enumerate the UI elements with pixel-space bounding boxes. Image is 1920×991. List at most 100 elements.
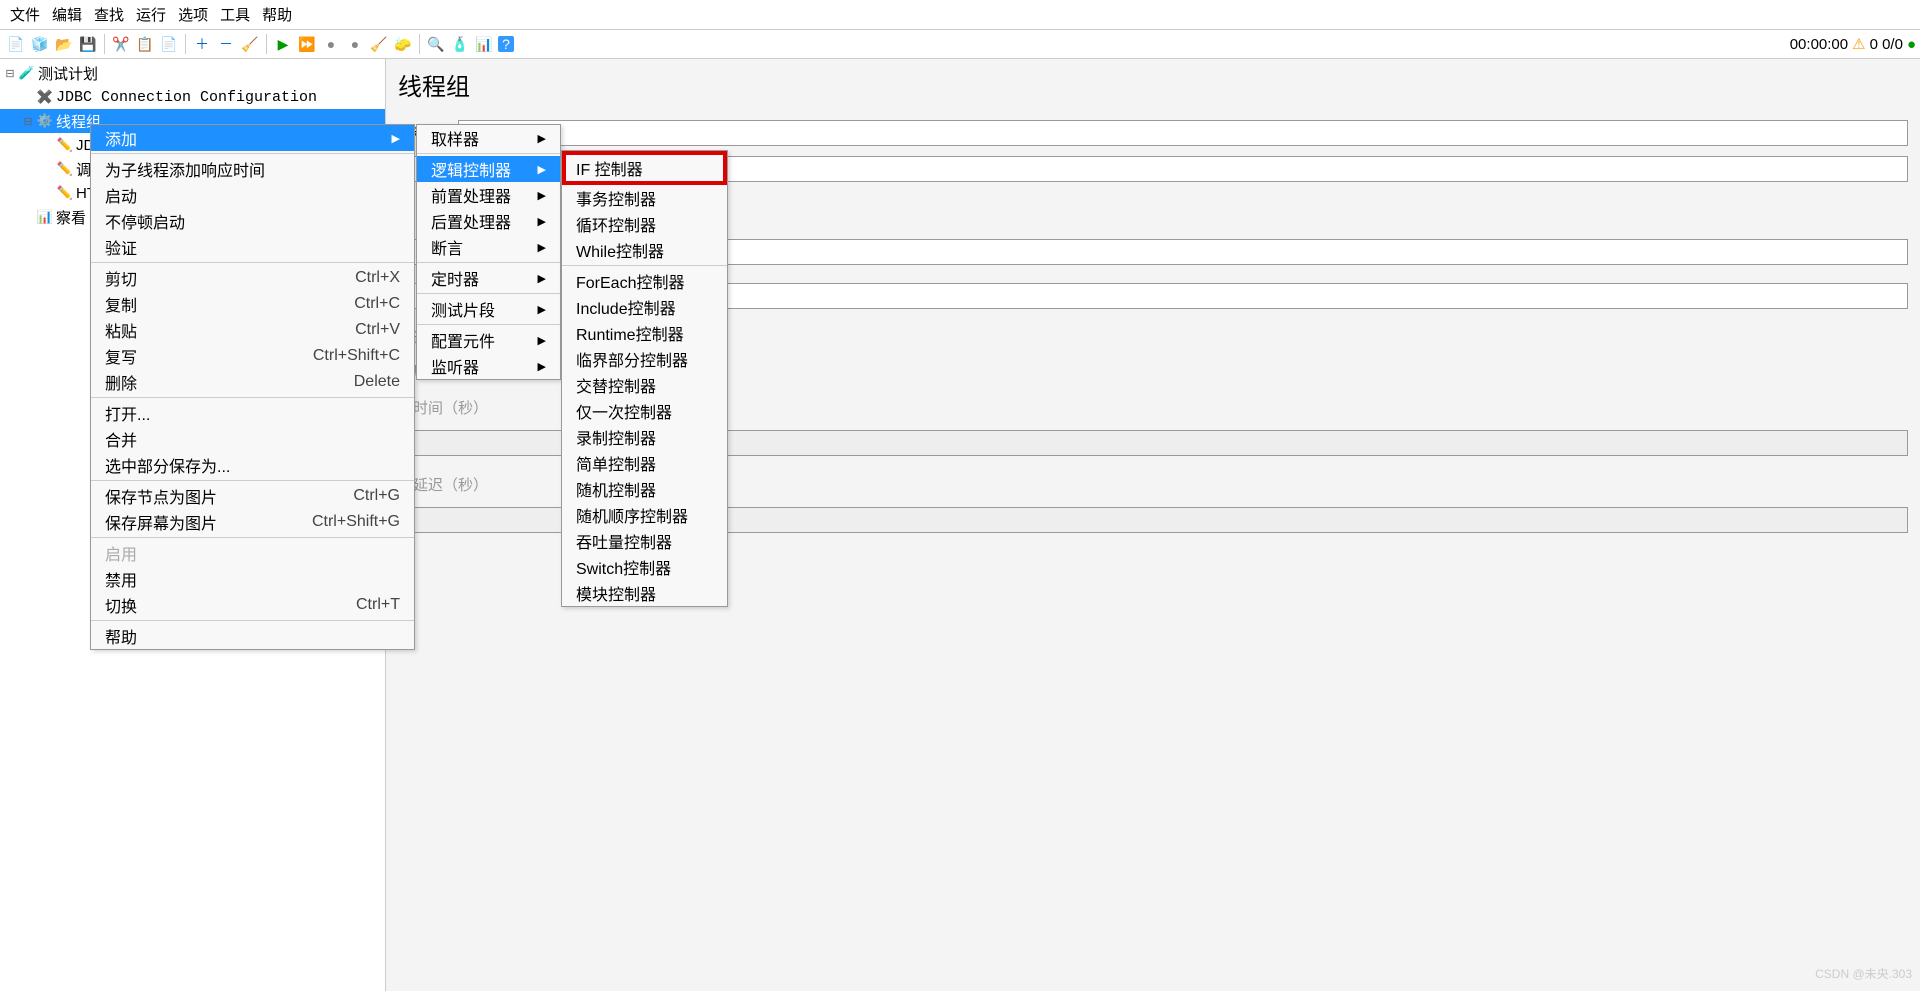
ctx-main-item-4[interactable]: 不停顿启动 xyxy=(91,208,414,234)
ctx-main-item-11[interactable]: 删除Delete xyxy=(91,369,414,395)
open-icon[interactable]: 📂 xyxy=(54,34,74,54)
ctx-add-item-9[interactable]: 测试片段▶ xyxy=(417,296,560,322)
ctx-logic-item-7[interactable]: Runtime控制器 xyxy=(562,320,727,346)
ctx-main-item-0[interactable]: 添加▶ xyxy=(91,125,414,151)
ctx-main-item-5[interactable]: 验证 xyxy=(91,234,414,260)
menu-edit[interactable]: 编辑 xyxy=(48,2,86,27)
expander-icon[interactable]: ⊟ xyxy=(22,115,34,128)
ctx-logic-item-0[interactable]: IF 控制器 xyxy=(562,151,727,185)
tree-root-label: 测试计划 xyxy=(38,63,98,84)
ctx-main-item-17[interactable]: 保存节点为图片Ctrl+G xyxy=(91,483,414,509)
config-icon: ✖️ xyxy=(36,88,54,106)
minus-icon[interactable]: － xyxy=(216,34,236,54)
ctx-logic-item-2[interactable]: 循环控制器 xyxy=(562,211,727,237)
templates-icon[interactable]: 🧊 xyxy=(30,34,50,54)
ctx-logic-item-9[interactable]: 交替控制器 xyxy=(562,372,727,398)
context-menu-main[interactable]: 添加▶ 为子线程添加响应时间启动不停顿启动验证剪切Ctrl+X复制Ctrl+C粘贴… xyxy=(90,124,415,650)
ctx-main-item-8[interactable]: 复制Ctrl+C xyxy=(91,291,414,317)
ctx-logic-item-12[interactable]: 简单控制器 xyxy=(562,450,727,476)
ctx-add-item-3[interactable]: 前置处理器▶ xyxy=(417,182,560,208)
context-submenu-add[interactable]: 取样器▶ 逻辑控制器▶前置处理器▶后置处理器▶断言▶ 定时器▶ 测试片段▶ 配置元件▶监… xyxy=(416,124,561,380)
menu-search[interactable]: 查找 xyxy=(90,2,128,27)
ctx-add-item-0[interactable]: 取样器▶ xyxy=(417,125,560,151)
ctx-main-item-21[interactable]: 禁用 xyxy=(91,566,414,592)
copy-icon[interactable]: 📋 xyxy=(135,34,155,54)
context-submenu-logic-controller[interactable]: IF 控制器事务控制器循环控制器While控制器 ForEach控制器Includ… xyxy=(561,150,728,607)
stop-icon[interactable]: ● xyxy=(321,34,341,54)
thread-group-icon: ⚙️ xyxy=(36,112,54,130)
paste-icon[interactable]: 📄 xyxy=(159,34,179,54)
ctx-main-item-24[interactable]: 帮助 xyxy=(91,623,414,649)
menu-options[interactable]: 选项 xyxy=(174,2,212,27)
menu-run[interactable]: 运行 xyxy=(132,2,170,27)
watermark: CSDN @未央.303 xyxy=(1815,965,1912,982)
listener-icon: 📊 xyxy=(36,208,54,226)
ctx-add-item-4[interactable]: 后置处理器▶ xyxy=(417,208,560,234)
ctx-logic-item-3[interactable]: While控制器 xyxy=(562,237,727,263)
wrench-icon[interactable]: 🧹 xyxy=(240,34,260,54)
tree-item-listener-label: 察看 xyxy=(56,207,86,228)
ctx-logic-item-10[interactable]: 仅一次控制器 xyxy=(562,398,727,424)
start-no-timers-icon[interactable]: ⏩ xyxy=(297,34,317,54)
ctx-logic-item-15[interactable]: 吞吐量控制器 xyxy=(562,528,727,554)
tree-jdbc-label: JDBC Connection Configuration xyxy=(56,89,317,106)
tree-item-tiao-label: 调 xyxy=(76,159,91,180)
ctx-main-item-15[interactable]: 选中部分保存为... xyxy=(91,452,414,478)
separator xyxy=(266,34,267,54)
separator xyxy=(419,34,420,54)
status-bar: 00:00:00 ⚠ 0 0/0 ● xyxy=(1790,35,1916,53)
sampler-icon: ✏️ xyxy=(56,136,74,154)
ctx-main-item-22[interactable]: 切换Ctrl+T xyxy=(91,592,414,618)
separator xyxy=(185,34,186,54)
plus-icon[interactable]: ＋ xyxy=(192,34,212,54)
function-helper-icon[interactable]: 📊 xyxy=(474,34,494,54)
ctx-logic-item-11[interactable]: 录制控制器 xyxy=(562,424,727,450)
ctx-main-item-2[interactable]: 为子线程添加响应时间 xyxy=(91,156,414,182)
ctx-main-item-13[interactable]: 打开... xyxy=(91,400,414,426)
ctx-logic-item-14[interactable]: 随机顺序控制器 xyxy=(562,502,727,528)
ctx-main-item-10[interactable]: 复写Ctrl+Shift+C xyxy=(91,343,414,369)
shutdown-icon[interactable]: ● xyxy=(345,34,365,54)
ctx-add-item-2[interactable]: 逻辑控制器▶ xyxy=(417,156,560,182)
ctx-logic-item-1[interactable]: 事务控制器 xyxy=(562,185,727,211)
ctx-add-item-12[interactable]: 监听器▶ xyxy=(417,353,560,379)
ctx-main-item-7[interactable]: 剪切Ctrl+X xyxy=(91,265,414,291)
ctx-logic-item-17[interactable]: 模块控制器 xyxy=(562,580,727,606)
sampler-icon: ✏️ xyxy=(56,184,74,202)
tree-root[interactable]: ⊟ 🧪 测试计划 xyxy=(0,61,385,85)
expander-icon[interactable]: ⊟ xyxy=(4,67,16,80)
ctx-logic-item-16[interactable]: Switch控制器 xyxy=(562,554,727,580)
tree-jdbc-config[interactable]: ✖️ JDBC Connection Configuration xyxy=(0,85,385,109)
warning-icon: ⚠ xyxy=(1852,35,1865,53)
clear-icon[interactable]: 🧹 xyxy=(369,34,389,54)
name-input[interactable] xyxy=(458,120,1908,146)
ctx-main-item-18[interactable]: 保存屏幕为图片Ctrl+Shift+G xyxy=(91,509,414,535)
search-icon[interactable]: 🔍 xyxy=(426,34,446,54)
warn-count: 0 0/0 xyxy=(1870,36,1903,53)
ctx-add-item-11[interactable]: 配置元件▶ xyxy=(417,327,560,353)
cut-icon[interactable]: ✂️ xyxy=(111,34,131,54)
ctx-logic-item-13[interactable]: 随机控制器 xyxy=(562,476,727,502)
ctx-main-item-14[interactable]: 合并 xyxy=(91,426,414,452)
help-icon[interactable]: ? xyxy=(498,36,514,52)
ctx-logic-item-5[interactable]: ForEach控制器 xyxy=(562,268,727,294)
save-icon[interactable]: 💾 xyxy=(78,34,98,54)
menu-file[interactable]: 文件 xyxy=(6,2,44,27)
ctx-logic-item-8[interactable]: 临界部分控制器 xyxy=(562,346,727,372)
menu-tools[interactable]: 工具 xyxy=(216,2,254,27)
ctx-main-item-3[interactable]: 启动 xyxy=(91,182,414,208)
panel-title: 线程组 xyxy=(398,67,1908,102)
ctx-add-item-7[interactable]: 定时器▶ xyxy=(417,265,560,291)
start-icon[interactable]: ▶ xyxy=(273,34,293,54)
sampler-icon: ✏️ xyxy=(56,160,74,178)
ctx-add-item-5[interactable]: 断言▶ xyxy=(417,234,560,260)
menubar: 文件 编辑 查找 运行 选项 工具 帮助 xyxy=(0,0,1920,29)
ctx-main-item-9[interactable]: 粘贴Ctrl+V xyxy=(91,317,414,343)
toolbar: 📄 🧊 📂 💾 ✂️ 📋 📄 ＋ － 🧹 ▶ ⏩ ● ● 🧹 🧽 🔍 🧴 📊 ?… xyxy=(0,29,1920,59)
new-icon[interactable]: 📄 xyxy=(6,34,26,54)
reset-search-icon[interactable]: 🧴 xyxy=(450,34,470,54)
clear-all-icon[interactable]: 🧽 xyxy=(393,34,413,54)
menu-help[interactable]: 帮助 xyxy=(258,2,296,27)
ctx-logic-item-6[interactable]: Include控制器 xyxy=(562,294,727,320)
test-plan-icon: 🧪 xyxy=(18,64,36,82)
